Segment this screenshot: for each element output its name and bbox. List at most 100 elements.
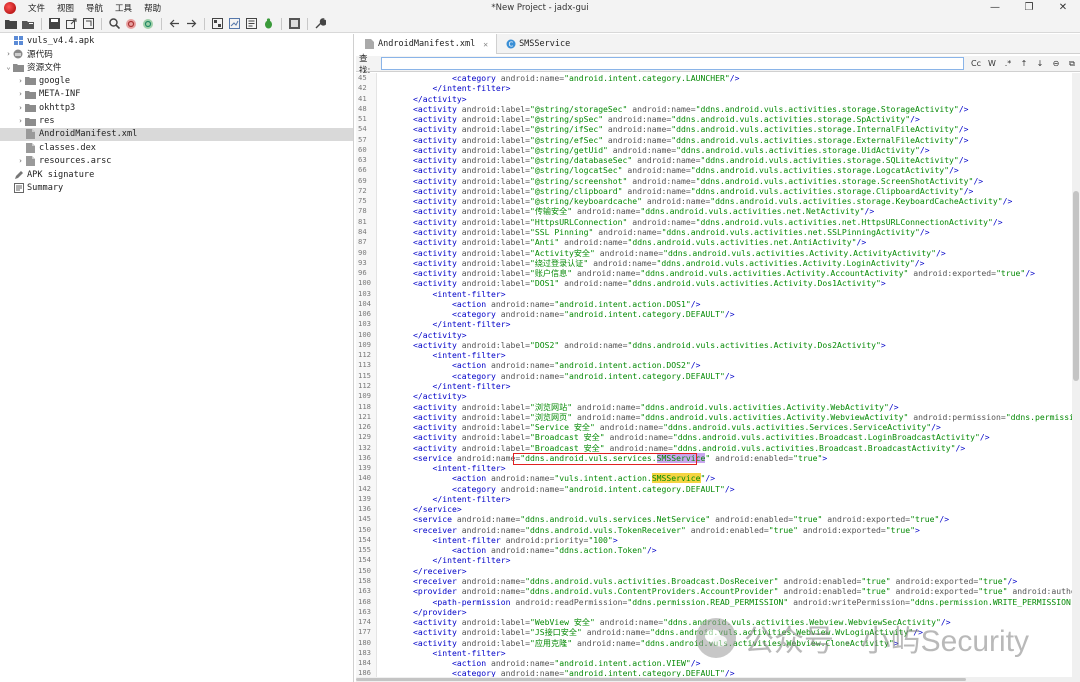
find-usage-icon[interactable] [140, 16, 156, 32]
tree-item-meta-inf[interactable]: › META-INF [0, 88, 353, 101]
code-token: "ddns.android.vuls.activities.Activity.A… [640, 268, 909, 279]
tree-item-summary[interactable]: Summary [0, 181, 353, 194]
whole-word-toggle[interactable]: W [984, 57, 1000, 71]
bug-icon[interactable] [260, 16, 276, 32]
code-line: 184 <action android:name="android.intent.… [356, 658, 1072, 668]
regex-toggle[interactable]: .* [1000, 57, 1016, 71]
code-text: <action android:name="android.intent.act… [452, 360, 701, 370]
tree-item-label: 源代码 [27, 50, 53, 61]
line-number: 54 [358, 124, 367, 134]
code-token: <activity [413, 617, 462, 628]
expand-chevron-icon[interactable]: › [16, 157, 25, 165]
code-token: "SSL Pinning" [529, 226, 594, 237]
code-text: <activity android:label="浏览网页" android:n… [413, 412, 1072, 422]
tree-item-1[interactable]: › 源代码 [0, 47, 353, 60]
menu-tools[interactable]: 工具 [109, 2, 138, 14]
code-token: "ddns.android.vuls.activities.Broadcast.… [672, 442, 956, 453]
code-token: android:name= [594, 247, 664, 258]
code-text: <category android:name="android.intent.c… [452, 309, 735, 319]
expand-chevron-icon[interactable]: › [16, 117, 25, 125]
code-line: 57 <activity android:label="@string/efSec… [356, 135, 1072, 145]
menu-file[interactable]: 文件 [22, 2, 51, 14]
code-token: "ddns.android.vuls.activities.net.NetAct… [640, 206, 865, 217]
back-icon[interactable] [166, 16, 182, 32]
horizontal-scrollbar[interactable] [356, 677, 1072, 682]
menu-navigate[interactable]: 导航 [80, 2, 109, 14]
deobfuscation-icon[interactable] [226, 16, 242, 32]
code-text: <activity android:label="绕过登录认证" android… [413, 258, 925, 268]
code-token: /> [958, 124, 969, 135]
find-next-button[interactable]: ↓ [1032, 57, 1048, 71]
code-line: 112 </intent-filter> [356, 381, 1072, 391]
code-token: /> [949, 165, 959, 176]
code-line: 136 </service> [356, 504, 1072, 514]
code-token: android:label= [461, 206, 530, 217]
maximize-button[interactable]: ❐ [1012, 0, 1046, 15]
find-class-icon[interactable] [123, 16, 139, 32]
code-token: android:label= [461, 237, 530, 248]
tree-item-2[interactable]: ⌄ 资源文件 [0, 61, 353, 74]
close-icon[interactable]: ✕ [483, 40, 488, 49]
forward-icon[interactable] [183, 16, 199, 32]
code-token: android:writePermission= [788, 596, 911, 607]
mark-all-toggle[interactable]: ⊖ [1048, 57, 1064, 71]
vertical-scrollbar[interactable] [1072, 73, 1080, 682]
search-input[interactable] [380, 57, 964, 70]
code-token: /> [963, 185, 974, 196]
tree-item-res[interactable]: › res [0, 114, 353, 127]
code-token: "应用克隆" [529, 637, 573, 648]
toolbar-separator [101, 17, 102, 30]
tree-item-google[interactable]: › google [0, 74, 353, 87]
decompile-icon[interactable] [243, 16, 259, 32]
code-editor[interactable]: 45 <category android:name="android.intent… [356, 73, 1072, 682]
code-token: "android.intent.category.DEFAULT" [564, 309, 725, 320]
code-token: android:label= [461, 216, 530, 227]
code-token: <activity [413, 237, 462, 248]
code-token: "ddns.android.vuls.ContentProviders.Acco… [525, 586, 779, 597]
line-number: 93 [358, 257, 367, 267]
code-token: "HttpsURLConnection" [529, 216, 628, 227]
vertical-scroll-thumb[interactable] [1073, 191, 1079, 381]
tree-item-okhttp3[interactable]: › okhttp3 [0, 101, 353, 114]
menu-view[interactable]: 视图 [51, 2, 80, 14]
code-line: 136 <service android:name="ddns.android.v… [356, 452, 1072, 463]
expand-chevron-icon[interactable]: › [16, 90, 25, 98]
expand-chevron-icon[interactable]: › [16, 77, 25, 85]
expand-chevron-icon[interactable]: ⌄ [4, 63, 13, 71]
export-icon[interactable] [63, 16, 79, 32]
tree-item-androidmanifest-xml[interactable]: AndroidManifest.xml [0, 127, 353, 142]
expand-chevron-icon[interactable]: › [4, 50, 13, 58]
close-search-button[interactable]: ⧉ [1064, 57, 1080, 71]
menu-help[interactable]: 帮助 [138, 2, 167, 14]
tree-item-resources-arsc[interactable]: › resources.arsc [0, 155, 353, 168]
quick-tab-icon[interactable] [209, 16, 225, 32]
preferences-wrench-icon[interactable] [312, 16, 328, 32]
code-token: android:authoriti [1012, 586, 1072, 597]
code-token: "ddns.android.vuls.activities.storage.Sp… [671, 114, 911, 125]
minimize-button[interactable]: — [978, 0, 1012, 15]
code-token: "ddns.android.vuls.activities.Webview.Cl… [640, 637, 894, 648]
tree-item-vuls-v4-4-apk[interactable]: vuls_v4.4.apk [0, 34, 353, 47]
tree-item-classes-dex[interactable]: classes.dex [0, 141, 353, 154]
expand-chevron-icon[interactable]: › [16, 104, 25, 112]
search-icon[interactable] [106, 16, 122, 32]
tree-item-apk-signature[interactable]: APK signature [0, 168, 353, 181]
tab-smsservice[interactable]: C SMSService [497, 34, 578, 54]
code-line: 96 <activity android:label="账户信息" android… [356, 268, 1072, 278]
open-folder-icon[interactable] [3, 16, 19, 32]
sync-icon[interactable] [80, 16, 96, 32]
code-line: 72 <activity android:label="@string/clipb… [356, 186, 1072, 196]
close-button[interactable]: ✕ [1046, 0, 1080, 15]
match-case-toggle[interactable]: Cc [968, 57, 984, 71]
code-token: <activity [413, 627, 462, 638]
line-number: 103 [358, 288, 371, 298]
line-number: 75 [358, 196, 367, 206]
save-icon[interactable] [46, 16, 62, 32]
horizontal-scroll-thumb[interactable] [356, 678, 966, 681]
code-token: <action [452, 298, 491, 309]
log-viewer-icon[interactable] [286, 16, 302, 32]
find-previous-button[interactable]: ↑ [1016, 57, 1032, 71]
add-files-icon[interactable] [20, 16, 36, 32]
code-token: "android.intent.action.DOS1" [554, 298, 691, 309]
line-number: 78 [358, 206, 367, 216]
